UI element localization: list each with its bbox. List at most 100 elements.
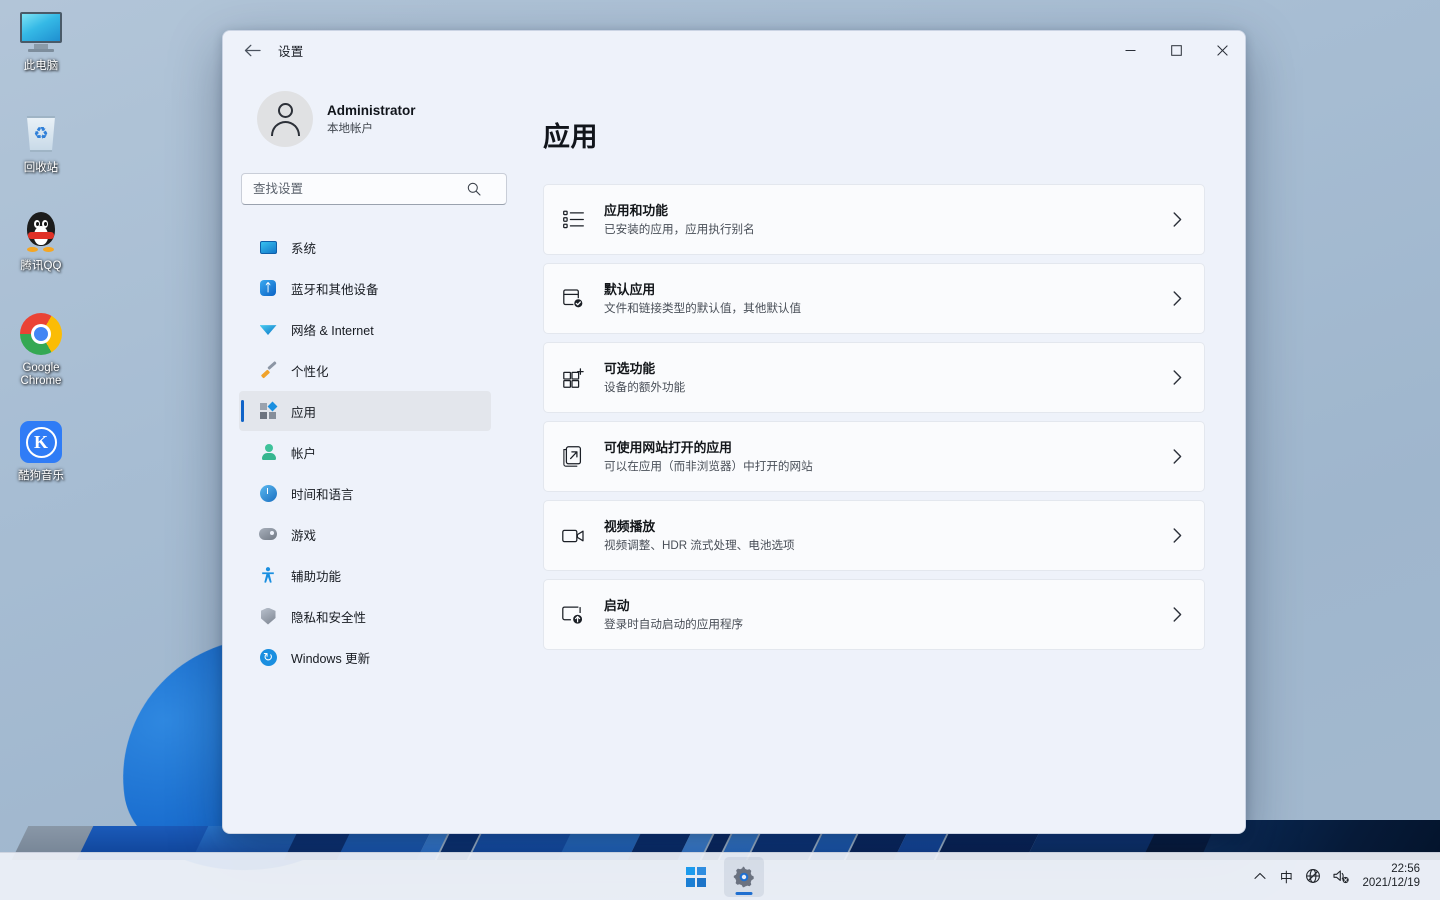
card-video-playback[interactable]: 视频播放 视频调整、HDR 流式处理、电池选项 [543, 500, 1205, 571]
card-apps-features[interactable]: 应用和功能 已安装的应用，应用执行别名 [543, 184, 1205, 255]
sidebar-item-label: 系统 [291, 241, 317, 256]
window-body: Administrator 本地帐户 系统 [223, 69, 1245, 833]
privacy-security-icon [259, 607, 277, 625]
network-disconnected-icon[interactable] [1299, 856, 1327, 896]
sidebar-item-time-language[interactable]: 时间和语言 [239, 473, 491, 513]
clock-time: 22:56 [1391, 863, 1420, 875]
window-title: 设置 [278, 44, 304, 59]
card-subtitle: 视频调整、HDR 流式处理、电池选项 [604, 538, 795, 552]
taskbar-center-group [676, 856, 764, 897]
desktop-icon-label: 酷狗音乐 [18, 470, 64, 482]
startup-icon [558, 605, 588, 625]
sidebar-item-personalization[interactable]: 个性化 [239, 350, 491, 390]
card-subtitle: 可以在应用（而非浏览器）中打开的网站 [604, 459, 813, 473]
desktop-icon-google-chrome[interactable]: Google Chrome [4, 310, 78, 388]
page-title: 应用 [543, 122, 598, 152]
sidebar-item-system[interactable]: 系统 [239, 227, 491, 267]
desktop-icon-label: 此电脑 [23, 60, 59, 72]
taskbar: 中 22:56 2021/12/19 [0, 852, 1440, 900]
desktop-icon-recycle-bin[interactable]: ♻ 回收站 [4, 110, 78, 175]
window-titlebar: 设置 [223, 31, 1245, 69]
windows-update-icon: ↻ [259, 648, 277, 666]
chevron-right-icon [1168, 528, 1186, 543]
gear-icon [733, 866, 754, 887]
card-title: 默认应用 [604, 281, 656, 297]
close-button[interactable] [1199, 31, 1245, 69]
volume-muted-icon[interactable] [1327, 856, 1356, 896]
card-subtitle: 文件和链接类型的默认值，其他默认值 [604, 301, 802, 315]
gaming-icon [259, 525, 277, 543]
accessibility-icon [259, 566, 277, 584]
account-name: Administrator [327, 102, 416, 118]
chevron-right-icon [1168, 370, 1186, 385]
system-tray: 中 22:56 2021/12/19 [1247, 852, 1440, 900]
desktop: 此电脑 ♻ 回收站 腾讯QQ Google Chrome K 酷狗音乐 设置 A… [0, 0, 1440, 900]
recycle-bin-icon: ♻ [17, 110, 65, 158]
sidebar-item-accessibility[interactable]: 辅助功能 [239, 555, 491, 595]
sidebar-item-gaming[interactable]: 游戏 [239, 514, 491, 554]
card-apps-for-websites[interactable]: 可使用网站打开的应用 可以在应用（而非浏览器）中打开的网站 [543, 421, 1205, 492]
system-icon [259, 238, 277, 256]
sidebar-item-apps[interactable]: 应用 [239, 391, 491, 431]
sidebar-item-label: 时间和语言 [291, 487, 354, 502]
desktop-icon-this-pc[interactable]: 此电脑 [4, 8, 78, 73]
sidebar-item-label: 网络 & Internet [291, 323, 374, 338]
kugou-music-icon: K [17, 418, 65, 466]
sidebar-nav: 系统 ᛏ 蓝牙和其他设备 网络 & Internet 个性化 应用 帐户 时间和… [239, 227, 491, 677]
sidebar-item-label: 个性化 [291, 364, 329, 379]
apps-features-icon [558, 210, 588, 229]
apps-icon [259, 401, 278, 420]
clock[interactable]: 22:56 2021/12/19 [1356, 862, 1430, 890]
maximize-button[interactable] [1153, 31, 1199, 69]
card-subtitle: 已安装的应用，应用执行别名 [604, 222, 755, 236]
chevron-right-icon [1168, 607, 1186, 622]
card-title: 应用和功能 [604, 202, 668, 218]
card-optional-features[interactable]: 可选功能 设备的额外功能 [543, 342, 1205, 413]
clock-date: 2021/12/19 [1362, 877, 1420, 889]
google-chrome-icon [17, 310, 65, 358]
desktop-icon-label: Google Chrome [20, 362, 62, 387]
card-startup[interactable]: 启动 登录时自动启动的应用程序 [543, 579, 1205, 650]
time-language-icon [259, 484, 277, 502]
bluetooth-icon: ᛏ [259, 279, 277, 297]
account-section[interactable]: Administrator 本地帐户 [239, 69, 491, 147]
settings-card-list: 应用和功能 已安装的应用，应用执行别名 默认应用 文件和链接类型的默认值，其他默… [543, 184, 1205, 650]
window-controls [1107, 31, 1245, 69]
sidebar-item-label: Windows 更新 [291, 651, 371, 666]
card-title: 启动 [604, 597, 630, 613]
sidebar-item-label: 帐户 [291, 446, 317, 461]
ime-indicator[interactable]: 中 [1273, 856, 1299, 896]
sidebar-item-label: 隐私和安全性 [291, 610, 367, 625]
sidebar-item-label: 蓝牙和其他设备 [291, 282, 379, 297]
tray-expand-button[interactable] [1247, 856, 1273, 896]
sidebar-item-network[interactable]: 网络 & Internet [239, 309, 491, 349]
search-box[interactable] [241, 173, 507, 205]
desktop-icon-label: 回收站 [23, 162, 59, 174]
desktop-icon-tencent-qq[interactable]: 腾讯QQ [4, 208, 78, 273]
sidebar-item-accounts[interactable]: 帐户 [239, 432, 491, 472]
accounts-icon [259, 443, 277, 461]
card-title: 视频播放 [604, 518, 656, 534]
search-icon [466, 181, 481, 196]
chevron-right-icon [1168, 291, 1186, 306]
card-default-apps[interactable]: 默认应用 文件和链接类型的默认值，其他默认值 [543, 263, 1205, 334]
sidebar-item-privacy-security[interactable]: 隐私和安全性 [239, 596, 491, 636]
card-subtitle: 登录时自动启动的应用程序 [604, 617, 744, 631]
tencent-qq-icon [17, 208, 65, 256]
card-title: 可选功能 [604, 360, 656, 376]
back-button[interactable] [235, 35, 269, 65]
content-area: 应用 应用和功能 已安装的应用，应用执行别名 默认应用 文件和链接类型的默认值，… [507, 69, 1245, 833]
account-subtitle: 本地帐户 [327, 122, 373, 135]
start-button[interactable] [676, 857, 716, 897]
sidebar-item-windows-update[interactable]: ↻ Windows 更新 [239, 637, 491, 677]
sidebar-item-bluetooth[interactable]: ᛏ 蓝牙和其他设备 [239, 268, 491, 308]
apps-for-websites-icon [558, 446, 588, 467]
video-playback-icon [558, 528, 588, 544]
desktop-icon-kugou-music[interactable]: K 酷狗音乐 [4, 418, 78, 483]
sidebar-item-label: 游戏 [291, 528, 317, 543]
settings-window: 设置 Administrator 本地帐户 查找设置 系统 ᛏ 蓝牙和其他设备 … [222, 30, 1246, 834]
optional-features-icon [558, 367, 588, 388]
taskbar-item-settings[interactable] [724, 856, 764, 897]
minimize-button[interactable] [1107, 31, 1153, 69]
sidebar-item-label: 应用 [291, 405, 317, 420]
